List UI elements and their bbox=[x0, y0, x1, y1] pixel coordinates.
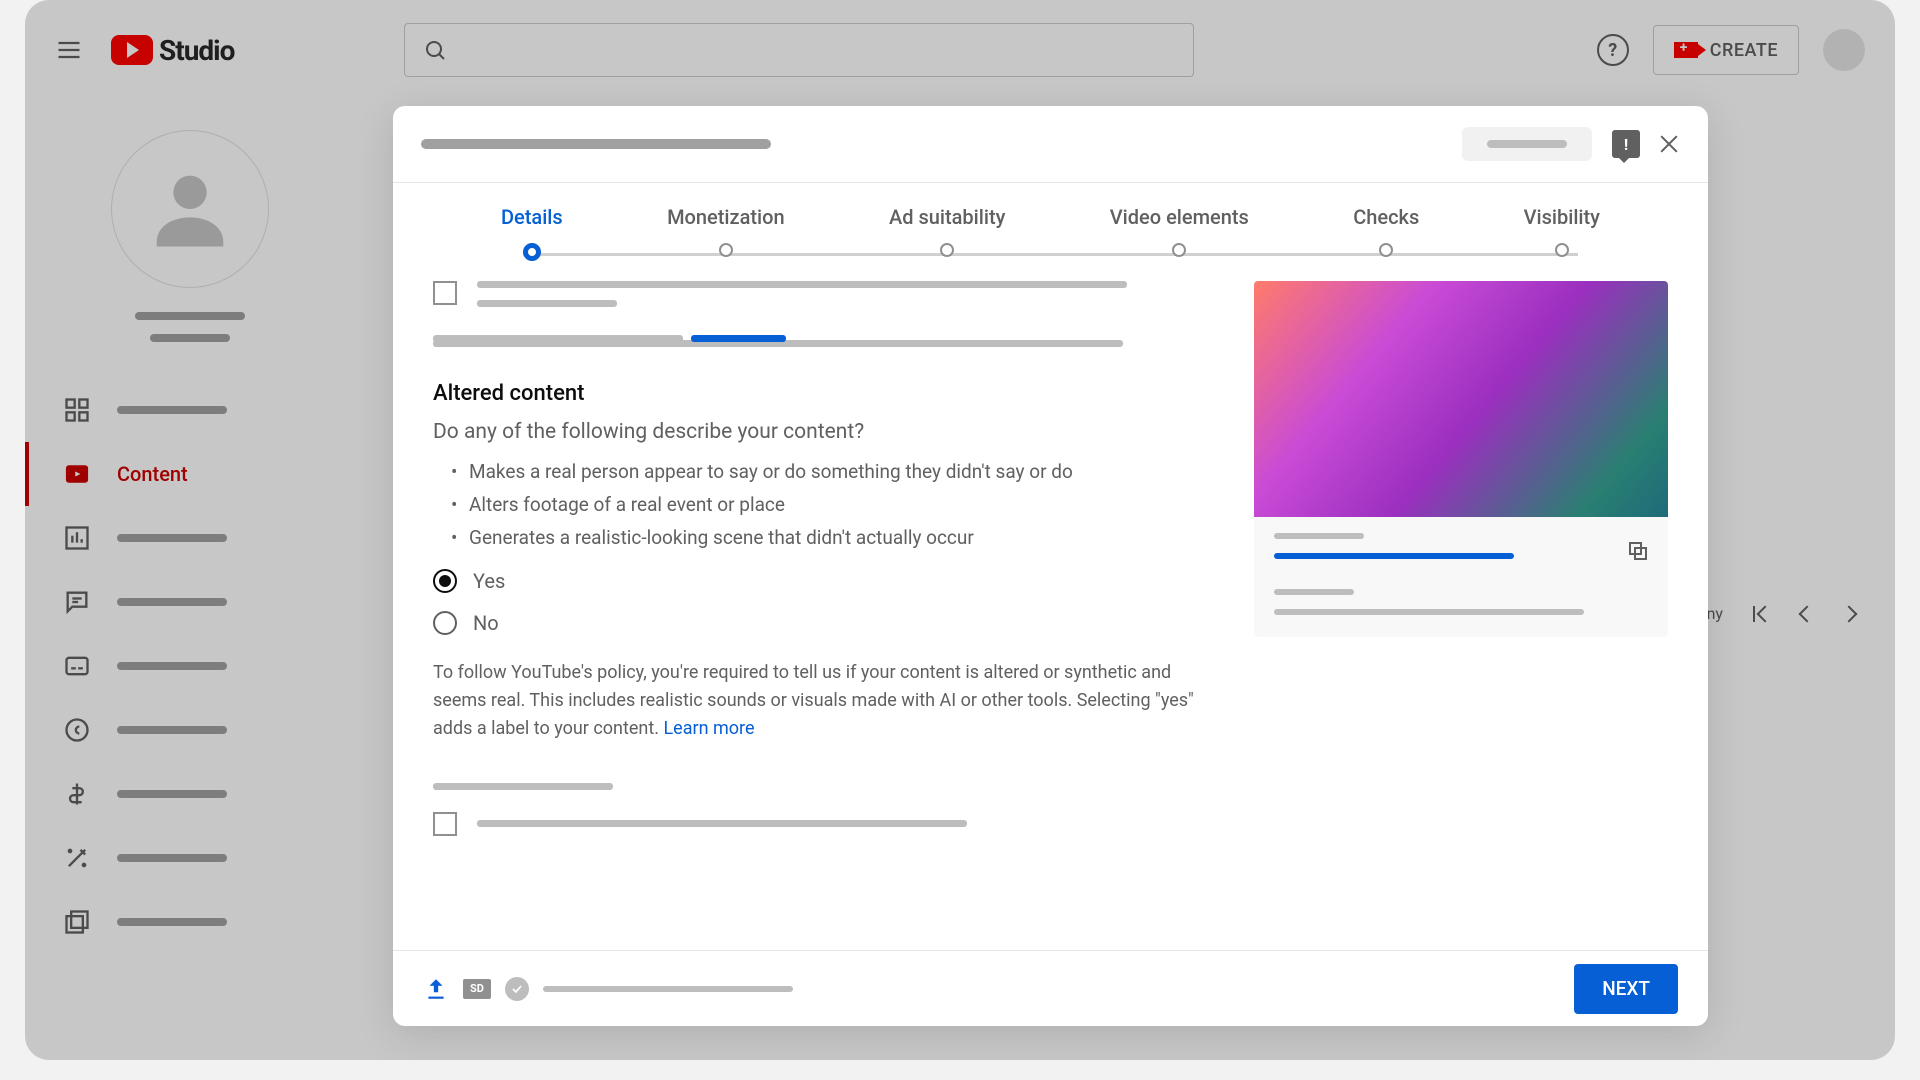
filename-placeholder bbox=[1274, 609, 1584, 615]
text-placeholder bbox=[477, 281, 1127, 288]
checkbox-icon[interactable] bbox=[433, 281, 457, 305]
modal-footer: SD NEXT bbox=[393, 950, 1708, 1026]
radio-no[interactable]: No bbox=[433, 611, 1194, 635]
radio-yes[interactable]: Yes bbox=[433, 569, 1194, 593]
modal-header: ! bbox=[393, 106, 1708, 182]
video-link-label-placeholder bbox=[1274, 533, 1364, 539]
section-header-placeholder bbox=[433, 783, 613, 790]
policy-text: To follow YouTube's policy, you're requi… bbox=[433, 659, 1194, 743]
copy-icon[interactable] bbox=[1626, 539, 1650, 563]
text-placeholder bbox=[477, 300, 617, 307]
details-form-left: Altered content Do any of the following … bbox=[433, 281, 1194, 950]
radio-icon bbox=[433, 611, 457, 635]
feedback-icon[interactable]: ! bbox=[1612, 130, 1640, 158]
altered-content-title: Altered content bbox=[433, 381, 1194, 406]
upload-status-icon bbox=[423, 976, 449, 1002]
altered-content-bullets: Makes a real person appear to say or do … bbox=[433, 460, 1194, 549]
learn-more-link[interactable]: Learn more bbox=[663, 718, 754, 739]
checkbox-row[interactable] bbox=[433, 812, 1194, 836]
step-visibility[interactable]: Visibility bbox=[1524, 205, 1600, 257]
sd-badge-icon: SD bbox=[463, 979, 491, 999]
video-link-placeholder[interactable] bbox=[1274, 553, 1514, 559]
checkbox-icon[interactable] bbox=[433, 812, 457, 836]
preview-panel bbox=[1254, 281, 1668, 950]
upload-details-modal: ! Details Monetization Ad suitability Vi… bbox=[393, 106, 1708, 1026]
upload-stepper: Details Monetization Ad suitability Vide… bbox=[393, 183, 1708, 261]
save-draft-chip[interactable] bbox=[1462, 127, 1592, 161]
video-thumbnail[interactable] bbox=[1254, 281, 1668, 517]
text-placeholder bbox=[477, 820, 967, 827]
upload-status-placeholder bbox=[543, 986, 793, 992]
paid-promotion-row[interactable] bbox=[433, 281, 1194, 307]
step-monetization[interactable]: Monetization bbox=[667, 205, 785, 257]
check-circle-icon bbox=[505, 977, 529, 1001]
filename-label-placeholder bbox=[1274, 589, 1354, 595]
step-video-elements[interactable]: Video elements bbox=[1110, 205, 1249, 257]
altered-content-question: Do any of the following describe your co… bbox=[433, 420, 1194, 444]
step-checks[interactable]: Checks bbox=[1353, 205, 1419, 257]
next-button[interactable]: NEXT bbox=[1574, 964, 1678, 1014]
step-details[interactable]: Details bbox=[501, 205, 563, 261]
close-icon[interactable] bbox=[1658, 133, 1680, 155]
video-title-placeholder bbox=[421, 139, 771, 149]
step-ad-suitability[interactable]: Ad suitability bbox=[889, 205, 1005, 257]
radio-icon bbox=[433, 569, 457, 593]
